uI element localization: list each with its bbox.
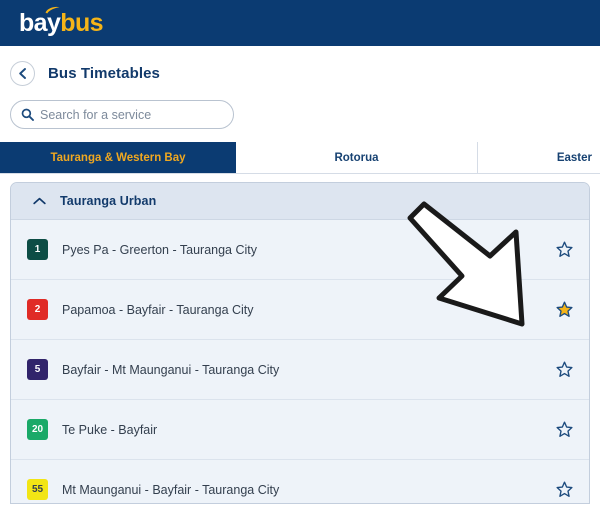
logo-text-bus: bus	[60, 8, 103, 37]
app-root: baybus Bus Timetables Tauranga & Western…	[0, 0, 600, 504]
star-outline-icon	[555, 241, 573, 257]
route-name: Te Puke - Bayfair	[62, 422, 158, 437]
tab-rotorua[interactable]: Rotorua	[236, 142, 478, 173]
star-outline-icon	[555, 421, 573, 437]
section-header-tauranga-urban[interactable]: Tauranga Urban	[11, 183, 589, 220]
route-badge: 20	[27, 419, 48, 440]
favourite-star-button[interactable]	[553, 299, 575, 321]
page-title: Bus Timetables	[48, 64, 160, 82]
route-row[interactable]: 2 Papamoa - Bayfair - Tauranga City	[11, 280, 589, 340]
route-row[interactable]: 55 Mt Maunganui - Bayfair - Tauranga Cit…	[11, 460, 589, 503]
favourite-star-button[interactable]	[553, 239, 575, 261]
route-badge: 1	[27, 239, 48, 260]
route-row[interactable]: 5 Bayfair - Mt Maunganui - Tauranga City	[11, 340, 589, 400]
timetable-card-area: Tauranga Urban 1 Pyes Pa - Greerton - Ta…	[0, 174, 600, 504]
route-name: Mt Maunganui - Bayfair - Tauranga City	[62, 482, 280, 497]
favourite-star-button[interactable]	[553, 479, 575, 501]
star-outline-icon	[555, 481, 573, 497]
section-title: Tauranga Urban	[60, 194, 157, 208]
region-tabs: Tauranga & Western Bay Rotorua Easter	[0, 142, 600, 174]
brand-bar: baybus	[0, 0, 600, 46]
tab-eastern-bay[interactable]: Easter	[478, 142, 600, 173]
route-badge: 2	[27, 299, 48, 320]
logo-swoosh-icon	[45, 6, 60, 13]
route-name: Papamoa - Bayfair - Tauranga City	[62, 302, 254, 317]
chevron-up-icon	[33, 197, 46, 205]
baybus-logo[interactable]: baybus	[19, 6, 104, 37]
route-list-card: Tauranga Urban 1 Pyes Pa - Greerton - Ta…	[10, 182, 590, 504]
favourite-star-button[interactable]	[553, 419, 575, 441]
back-button[interactable]	[10, 60, 35, 86]
search-area	[0, 100, 600, 142]
route-badge: 5	[27, 359, 48, 380]
search-input[interactable]	[40, 107, 223, 122]
chevron-left-icon	[19, 67, 26, 79]
route-badge: 55	[27, 479, 48, 500]
route-name: Bayfair - Mt Maunganui - Tauranga City	[62, 362, 280, 377]
star-outline-icon	[555, 361, 573, 377]
search-box[interactable]	[10, 100, 234, 129]
route-name: Pyes Pa - Greerton - Tauranga City	[62, 242, 257, 257]
favourite-star-button[interactable]	[553, 359, 575, 381]
star-filled-icon	[555, 301, 573, 317]
page-header: Bus Timetables	[0, 46, 600, 100]
route-row[interactable]: 1 Pyes Pa - Greerton - Tauranga City	[11, 220, 589, 280]
search-icon	[21, 108, 34, 121]
route-row[interactable]: 20 Te Puke - Bayfair	[11, 400, 589, 460]
tab-tauranga-western-bay[interactable]: Tauranga & Western Bay	[0, 142, 236, 173]
